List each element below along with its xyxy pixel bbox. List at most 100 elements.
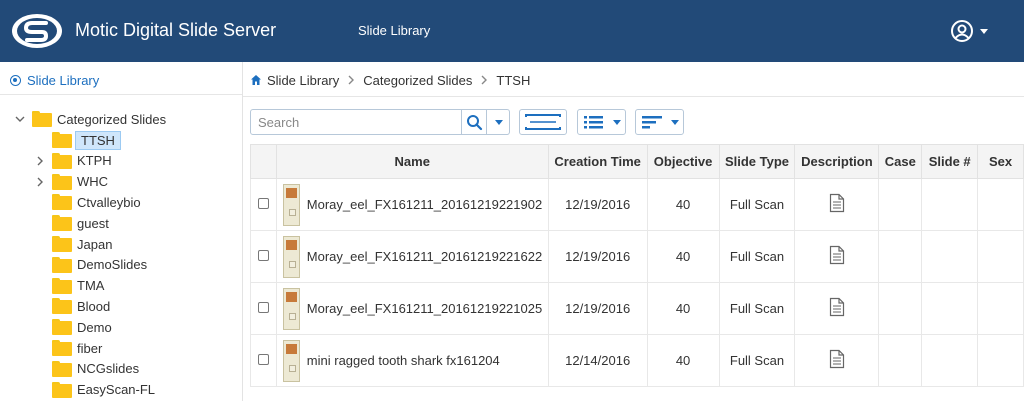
table-row[interactable]: Moray_eel_FX161211_20161219221902 12/19/2… — [250, 178, 1024, 231]
creation-time-cell: 12/19/2016 — [547, 178, 648, 231]
folder-icon — [52, 319, 72, 336]
breadcrumb: Slide Library Categorized Slides TTSH — [250, 71, 530, 89]
column-header-slide-type[interactable]: Slide Type — [718, 144, 796, 179]
slide-thumbnail[interactable] — [282, 183, 300, 226]
name-cell: mini ragged tooth shark fx161204 — [275, 334, 549, 387]
tree-node-tma[interactable]: TMA — [34, 276, 104, 296]
breadcrumb-item-categorized-slides[interactable]: Categorized Slides — [363, 73, 472, 88]
breadcrumb-item-slide-library[interactable]: Slide Library — [267, 73, 339, 88]
caret-down-icon — [613, 120, 621, 125]
objective-cell: 40 — [646, 230, 720, 283]
document-icon[interactable] — [829, 349, 845, 372]
tree-node-label: DemoSlides — [77, 257, 148, 273]
folder-icon — [52, 298, 72, 315]
tree-node-easyscan-fl[interactable]: EasyScan-FL — [34, 380, 155, 400]
row-checkbox[interactable] — [257, 354, 269, 365]
sex-cell — [977, 282, 1024, 335]
folder-icon — [52, 215, 72, 232]
table-row[interactable]: Moray_eel_FX161211_20161219221025 12/19/2… — [250, 282, 1024, 335]
tree-node-guest[interactable]: guest — [34, 213, 109, 233]
row-checkbox[interactable] — [257, 250, 269, 261]
sex-cell — [977, 230, 1024, 283]
column-header-creation-time[interactable]: Creation Time — [547, 144, 648, 179]
sort-button[interactable] — [635, 109, 684, 135]
tree-node-blood[interactable]: Blood — [34, 296, 110, 316]
tree-node-ktph[interactable]: KTPH — [34, 151, 112, 171]
table-row[interactable]: Moray_eel_FX161211_20161219221622 12/19/2… — [250, 230, 1024, 283]
case-cell — [878, 334, 923, 387]
fit-width-icon — [525, 114, 561, 130]
document-icon[interactable] — [829, 245, 845, 268]
column-header-select — [250, 144, 277, 179]
creation-time-cell: 12/14/2016 — [547, 334, 648, 387]
slide-thumbnail[interactable] — [282, 235, 300, 278]
slide-name[interactable]: Moray_eel_FX161211_20161219221622 — [307, 249, 542, 264]
document-icon[interactable] — [829, 193, 845, 216]
chevron-right-icon[interactable] — [34, 176, 46, 188]
fit-width-button[interactable] — [519, 109, 567, 135]
column-header-objective[interactable]: Objective — [646, 144, 720, 179]
chevron-right-icon[interactable] — [34, 155, 46, 167]
row-checkbox[interactable] — [257, 198, 269, 209]
objective-cell: 40 — [646, 282, 720, 335]
case-cell — [878, 230, 923, 283]
tree-node-categorized-slides[interactable]: Categorized Slides — [14, 109, 166, 129]
folder-icon — [52, 152, 72, 169]
sidebar: Slide Library Categorized Slides TTSH KTP… — [0, 62, 243, 401]
sidebar-divider — [0, 94, 242, 95]
user-menu-button[interactable] — [948, 18, 992, 46]
column-header-sex[interactable]: Sex — [977, 144, 1024, 179]
table-row[interactable]: mini ragged tooth shark fx161204 12/14/20… — [250, 334, 1024, 387]
slide-name[interactable]: Moray_eel_FX161211_20161219221902 — [307, 197, 542, 212]
folder-icon — [32, 111, 52, 127]
tree-node-label: NCGslides — [77, 361, 140, 377]
tree-node-fiber[interactable]: fiber — [34, 338, 102, 358]
list-view-button[interactable] — [577, 109, 626, 135]
tree-node-label: Blood — [77, 298, 111, 314]
nav-slide-library-link[interactable]: Slide Library — [358, 23, 430, 38]
home-icon[interactable] — [250, 74, 262, 86]
tree-node-ncgslides[interactable]: NCGslides — [34, 359, 139, 379]
name-cell: Moray_eel_FX161211_20161219221622 — [275, 230, 549, 283]
sex-cell — [977, 178, 1024, 231]
tree-node-label: TMA — [77, 278, 105, 294]
column-header-description[interactable]: Description — [794, 144, 880, 179]
slide-name[interactable]: Moray_eel_FX161211_20161219221025 — [307, 301, 542, 316]
slide-thumbnail[interactable] — [282, 287, 300, 330]
column-header-name[interactable]: Name — [275, 144, 549, 179]
chevron-down-icon[interactable] — [14, 113, 26, 125]
content-divider — [243, 96, 1024, 97]
row-checkbox[interactable] — [257, 302, 269, 313]
search-button[interactable] — [461, 110, 486, 134]
tree-node-label: KTPH — [77, 153, 112, 169]
search-icon — [467, 115, 483, 131]
table-header-row: Name Creation Time Objective Slide Type … — [250, 144, 1024, 179]
search-input[interactable] — [251, 110, 461, 134]
motic-logo-icon[interactable] — [10, 11, 64, 51]
folder-icon — [52, 173, 72, 190]
slide-thumbnail[interactable] — [282, 339, 300, 382]
tree-node-ttsh[interactable]: TTSH — [34, 130, 121, 150]
tree-node-demo[interactable]: Demo — [34, 317, 112, 337]
search-options-dropdown[interactable] — [486, 110, 510, 134]
case-cell — [878, 282, 923, 335]
folder-icon — [52, 340, 72, 356]
tree-node-whc[interactable]: WHC — [34, 172, 108, 192]
sidebar-slide-library[interactable]: Slide Library — [10, 72, 99, 88]
tree-node-label: Ctvalleybio — [77, 194, 141, 210]
tree-node-ctvalleybio[interactable]: Ctvalleybio — [34, 192, 141, 212]
folder-icon — [52, 236, 72, 252]
column-header-case[interactable]: Case — [878, 144, 923, 179]
row-select-cell — [250, 178, 277, 231]
slide-name[interactable]: mini ragged tooth shark fx161204 — [307, 353, 500, 368]
description-cell — [794, 230, 880, 283]
column-header-slide-no[interactable]: Slide # — [921, 144, 979, 179]
folder-icon — [52, 381, 72, 398]
case-cell — [878, 178, 923, 231]
document-icon[interactable] — [829, 297, 845, 320]
slide-number-cell — [921, 230, 979, 283]
tree-node-japan[interactable]: Japan — [34, 234, 112, 254]
tree-node-demoslides[interactable]: DemoSlides — [34, 255, 147, 275]
slide-type-cell: Full Scan — [718, 334, 796, 387]
breadcrumb-item-current: TTSH — [496, 72, 531, 88]
